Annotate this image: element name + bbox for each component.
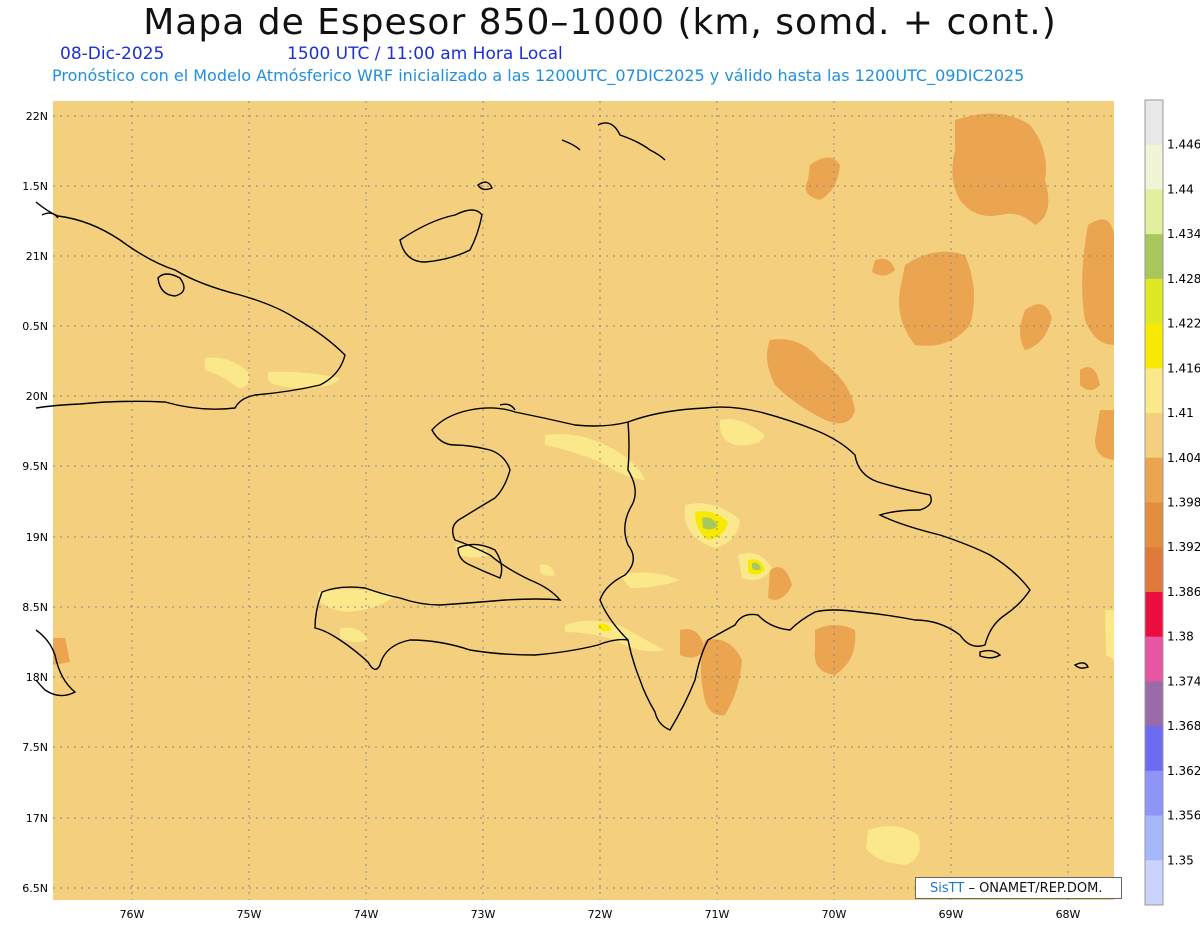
legend-swatch	[1145, 278, 1163, 325]
legend-label: 1.41	[1167, 406, 1194, 420]
legend-label: 1.35	[1167, 853, 1194, 867]
svg-text:18N: 18N	[26, 671, 48, 684]
svg-text:1.5N: 1.5N	[22, 180, 48, 193]
svg-text:68W: 68W	[1056, 908, 1081, 921]
legend-swatch	[1145, 144, 1163, 190]
legend-swatch	[1145, 815, 1163, 861]
legend-swatch	[1145, 323, 1163, 369]
legend-swatch	[1145, 636, 1163, 682]
svg-text:71W: 71W	[705, 908, 730, 921]
legend-swatch	[1145, 189, 1163, 235]
svg-text:17N: 17N	[26, 812, 48, 825]
legend-swatch	[1145, 681, 1163, 727]
svg-text:72W: 72W	[588, 908, 613, 921]
legend-label: 1.386	[1167, 585, 1200, 599]
legend-swatch	[1145, 100, 1163, 146]
legend-label: 1.38	[1167, 630, 1194, 644]
legend-label: 1.446	[1167, 138, 1200, 152]
legend-label: 1.392	[1167, 540, 1200, 554]
legend-swatch	[1145, 860, 1163, 906]
org-label: – ONAMET/REP.DOM.	[968, 881, 1103, 896]
legend-swatch	[1145, 234, 1163, 280]
legend-label: 1.434	[1167, 227, 1200, 241]
source-badge: SisTT – ONAMET/REP.DOM.	[915, 877, 1122, 899]
color-legend: 1.446 1.44 1.434 1.428 1.422 1.416 1.41 1.404 1.…	[1144, 99, 1200, 906]
legend-label: 1.416	[1167, 361, 1200, 375]
svg-text:76W: 76W	[120, 908, 145, 921]
legend-label: 1.398	[1167, 496, 1200, 510]
svg-text:73W: 73W	[471, 908, 496, 921]
legend-label: 1.362	[1167, 764, 1200, 778]
legend-swatch	[1145, 726, 1163, 772]
legend-label: 1.374	[1167, 674, 1200, 688]
legend-swatch	[1145, 547, 1163, 593]
legend-label: 1.356	[1167, 809, 1200, 823]
thickness-map: 22N 1.5N 21N 0.5N 20N 9.5N 19N 8.5N 18N …	[22, 99, 1200, 921]
svg-text:19N: 19N	[26, 531, 48, 544]
legend-swatch	[1145, 502, 1163, 548]
svg-text:22N: 22N	[26, 110, 48, 123]
svg-text:0.5N: 0.5N	[22, 320, 48, 333]
svg-text:21N: 21N	[26, 250, 48, 263]
svg-text:70W: 70W	[822, 908, 847, 921]
legend-swatch	[1145, 770, 1163, 817]
longitude-axis: 76W 75W 74W 73W 72W 71W 70W 69W 68W	[120, 908, 1081, 921]
map-field	[53, 101, 1114, 900]
svg-text:9.5N: 9.5N	[22, 460, 48, 473]
legend-label: 1.428	[1167, 272, 1200, 286]
svg-text:6.5N: 6.5N	[22, 882, 48, 895]
legend-label: 1.368	[1167, 719, 1200, 733]
legend-label: 1.422	[1167, 317, 1200, 331]
svg-text:74W: 74W	[354, 908, 379, 921]
svg-text:75W: 75W	[237, 908, 262, 921]
legend-label: 1.44	[1167, 182, 1194, 196]
svg-text:8.5N: 8.5N	[22, 601, 48, 614]
svg-text:69W: 69W	[939, 908, 964, 921]
legend-swatch	[1145, 368, 1163, 414]
legend-swatch	[1145, 413, 1163, 459]
legend-label: 1.404	[1167, 451, 1200, 465]
latitude-axis: 22N 1.5N 21N 0.5N 20N 9.5N 19N 8.5N 18N …	[22, 110, 48, 895]
brand-label: SisTT	[930, 881, 965, 896]
svg-text:7.5N: 7.5N	[22, 741, 48, 754]
svg-text:20N: 20N	[26, 390, 48, 403]
legend-swatch	[1145, 457, 1163, 503]
legend-swatch	[1145, 591, 1163, 638]
